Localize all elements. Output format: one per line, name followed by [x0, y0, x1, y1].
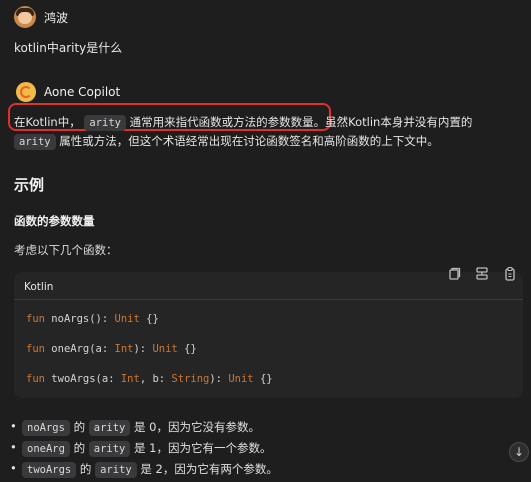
inline-code-arity: arity	[14, 134, 56, 150]
bot-avatar	[16, 82, 36, 102]
code-line: fun twoArgs(a: Int, b: String): Unit {}	[26, 373, 273, 385]
user-name: 鸿波	[44, 11, 69, 25]
answer-text-line2: 属性或方法，但这个术语经常出现在讨论函数签名和高阶函数的上下文中。	[59, 134, 439, 148]
arrow-down-icon: ↓	[513, 445, 525, 459]
code-block: Kotlin fun noArgs(): Unit {} fun oneArg(…	[14, 272, 523, 398]
code-language-label: Kotlin	[24, 281, 54, 293]
code-toolbar	[438, 262, 526, 286]
code-line: fun noArgs(): Unit {}	[26, 313, 159, 325]
inline-code-arity: arity	[84, 115, 126, 131]
copy-icon[interactable]	[444, 264, 464, 284]
answer-text-prefix: 在Kotlin中，	[14, 115, 81, 129]
user-question: kotlin中arity是什么	[14, 41, 123, 55]
insert-icon[interactable]	[472, 264, 492, 284]
section-heading: 示例	[14, 176, 45, 194]
bot-name: Aone Copilot	[44, 85, 121, 99]
intro-text: 考虑以下几个函数：	[14, 243, 118, 257]
clipboard-icon[interactable]	[500, 264, 520, 284]
answer-paragraph-line2: arity 属性或方法，但这个术语经常出现在讨论函数签名和高阶函数的上下文中。	[14, 133, 439, 150]
answer-paragraph-line1: 在Kotlin中， arity 通常用来指代函数或方法的参数数量。虽然Kotli…	[14, 114, 472, 131]
scroll-down-button[interactable]: ↓	[509, 442, 529, 462]
list-item: twoArgs 的 arity 是 2，因为它有两个参数。	[10, 461, 278, 478]
subsection-heading: 函数的参数数量	[14, 214, 95, 228]
answer-text-mid: 通常用来指代函数或方法的参数数量。	[129, 115, 326, 129]
answer-text-suffix: 虽然Kotlin本身并没有内置的	[325, 115, 473, 129]
list-item: oneArg 的 arity 是 1，因为它有一个参数。	[10, 440, 272, 457]
code-line: fun oneArg(a: Int): Unit {}	[26, 343, 197, 355]
list-item: noArgs 的 arity 是 0，因为它没有参数。	[10, 419, 260, 436]
user-avatar	[14, 6, 36, 28]
